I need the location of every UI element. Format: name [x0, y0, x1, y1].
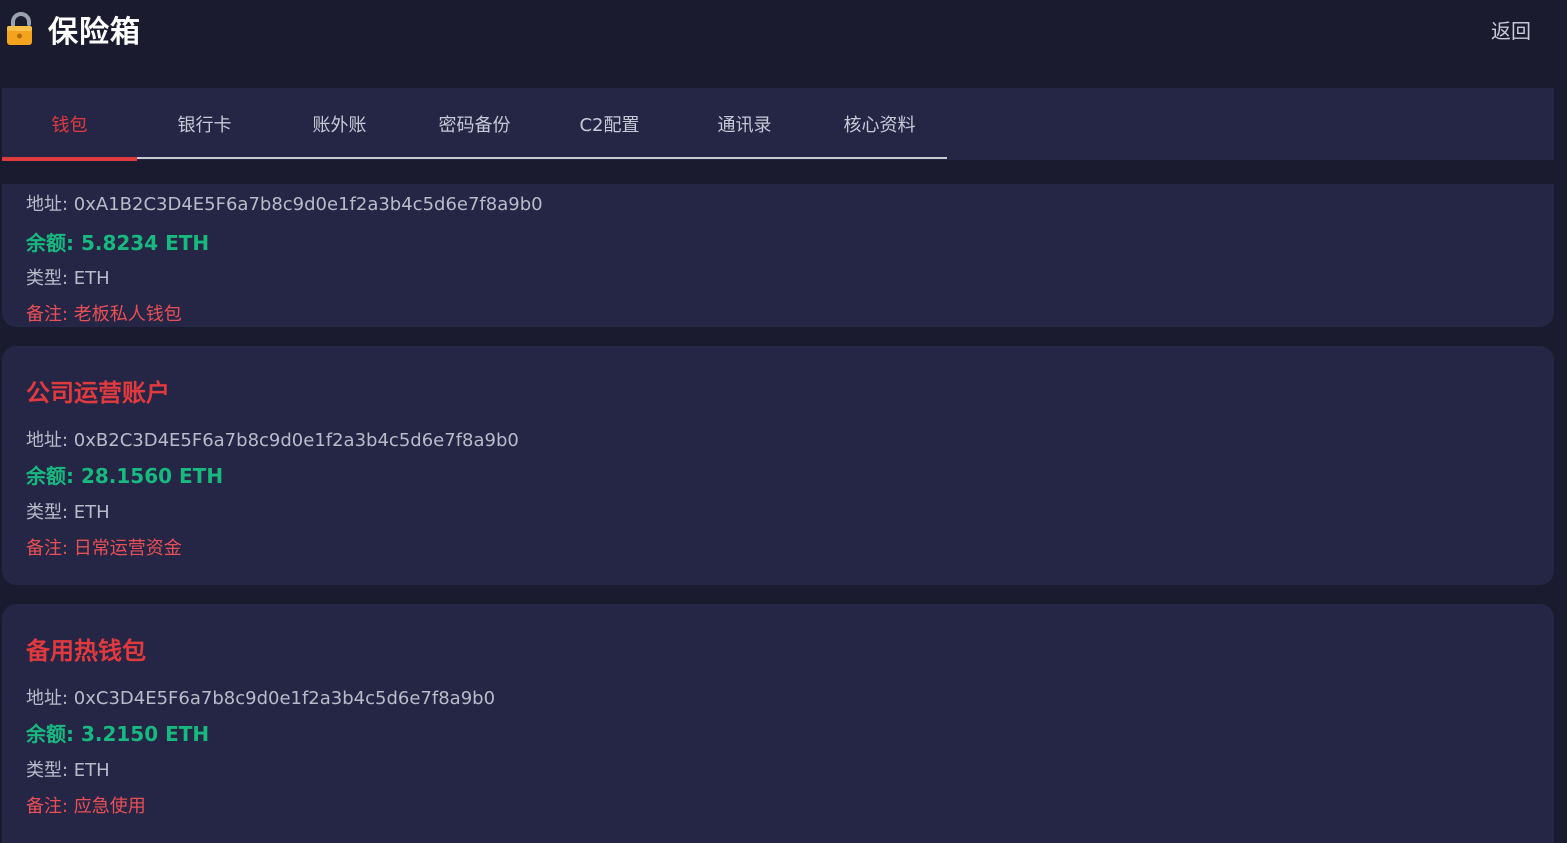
tabs-bar: 钱包 银行卡 账外账 密码备份 C2配置 通讯录 核心资料: [2, 88, 1554, 161]
tab-c2-config[interactable]: C2配置: [542, 88, 677, 159]
wallet-note: 备注: 日常运营资金: [26, 538, 182, 559]
back-button[interactable]: 返回: [1491, 15, 1531, 44]
header: 保险箱 返回: [0, 0, 1567, 60]
wallet-address: 地址: 0xB2C3D4E5F6a7b8c9d0e1f2a3b4c5d6e7f8…: [26, 430, 519, 451]
wallet-type: 类型: ETH: [26, 502, 110, 523]
tab-password-backup[interactable]: 密码备份: [407, 88, 542, 159]
tab-off-book[interactable]: 账外账: [272, 88, 407, 159]
wallet-card: 备用热钱包 地址: 0xC3D4E5F6a7b8c9d0e1f2a3b4c5d6…: [2, 604, 1554, 843]
wallet-address: 地址: 0xC3D4E5F6a7b8c9d0e1f2a3b4c5d6e7f8a9…: [26, 688, 496, 709]
tab-core-data[interactable]: 核心资料: [812, 88, 947, 159]
wallet-balance: 余额: 5.8234 ETH: [26, 231, 210, 255]
tab-wallet[interactable]: 钱包: [2, 88, 137, 161]
tab-bank-card[interactable]: 银行卡: [137, 88, 272, 159]
page-title: 保险箱: [48, 15, 141, 50]
tab-contacts[interactable]: 通讯录: [677, 88, 812, 159]
wallet-balance: 余额: 3.2150 ETH: [26, 722, 210, 746]
wallet-list[interactable]: 地址: 0xA1B2C3D4E5F6a7b8c9d0e1f2a3b4c5d6e7…: [0, 184, 1567, 843]
wallet-type: 类型: ETH: [26, 760, 110, 781]
wallet-note: 备注: 老板私人钱包: [26, 304, 182, 325]
tab-list: 钱包 银行卡 账外账 密码备份 C2配置 通讯录 核心资料: [2, 88, 947, 161]
lock-icon: [4, 12, 38, 46]
wallet-address: 地址: 0xA1B2C3D4E5F6a7b8c9d0e1f2a3b4c5d6e7…: [26, 194, 543, 215]
wallet-type: 类型: ETH: [26, 268, 110, 289]
wallet-card: 公司运营账户 地址: 0xB2C3D4E5F6a7b8c9d0e1f2a3b4c…: [2, 346, 1554, 585]
title-wrap: 保险箱: [4, 7, 141, 51]
wallet-balance: 余额: 28.1560 ETH: [26, 464, 224, 488]
wallet-note: 备注: 应急使用: [26, 796, 146, 817]
wallet-name: 公司运营账户: [26, 379, 170, 407]
wallet-name: 备用热钱包: [26, 637, 146, 665]
wallet-card: 地址: 0xA1B2C3D4E5F6a7b8c9d0e1f2a3b4c5d6e7…: [2, 184, 1554, 327]
